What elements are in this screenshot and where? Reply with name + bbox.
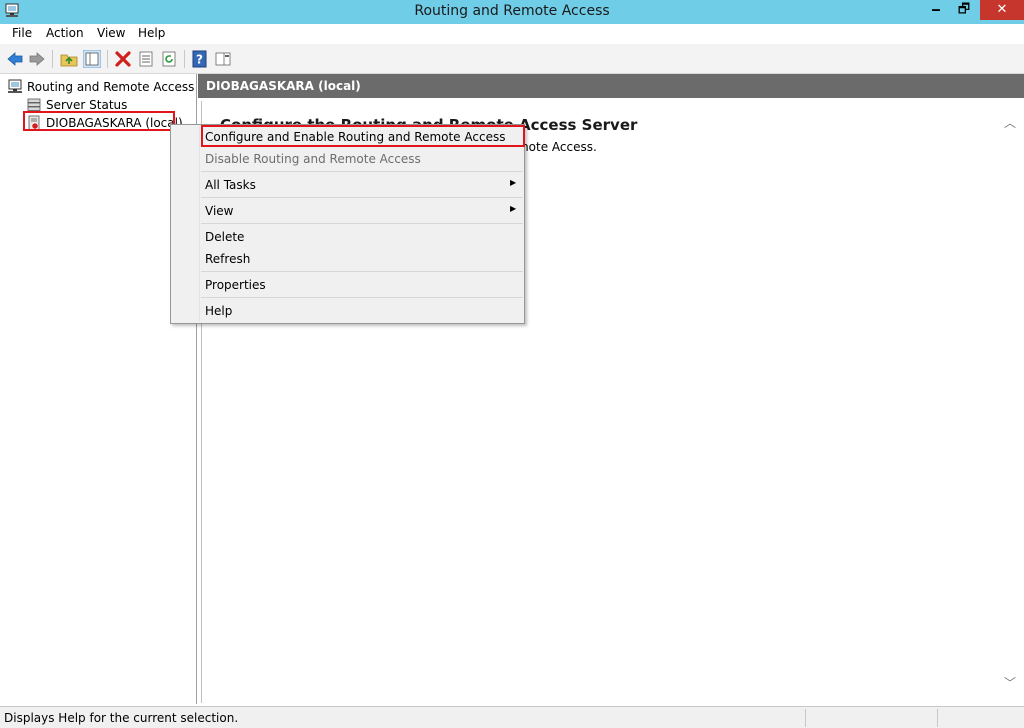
status-pane-divider bbox=[805, 709, 806, 727]
view-label: View bbox=[205, 204, 234, 218]
details-header-title: DIOBAGASKARA (local) bbox=[206, 79, 361, 93]
menu-separator bbox=[201, 197, 523, 198]
minimize-button[interactable]: 🗕 bbox=[922, 0, 950, 20]
menu-item-view[interactable]: View ▶ bbox=[205, 204, 517, 218]
menu-separator bbox=[201, 223, 523, 224]
title-bar: Routing and Remote Access 🗕 🗗 ✕ bbox=[0, 0, 1024, 24]
menu-item-delete[interactable]: Delete bbox=[205, 230, 244, 244]
tree-root-item[interactable]: Routing and Remote Access bbox=[7, 78, 195, 96]
help-icon[interactable]: ? bbox=[191, 50, 209, 68]
menu-action[interactable]: Action bbox=[46, 26, 84, 40]
toolbar-separator bbox=[52, 50, 53, 68]
close-button[interactable]: ✕ bbox=[980, 0, 1024, 20]
menu-separator bbox=[201, 171, 523, 172]
status-pane-divider bbox=[937, 709, 938, 727]
toolbar-separator bbox=[184, 50, 185, 68]
menu-item-refresh[interactable]: Refresh bbox=[205, 252, 250, 266]
menu-separator bbox=[201, 271, 523, 272]
status-text: Displays Help for the current selection. bbox=[4, 711, 239, 725]
menu-item-help[interactable]: Help bbox=[205, 304, 232, 318]
configure-highlight-box bbox=[201, 125, 525, 147]
tree-root-label: Routing and Remote Access bbox=[27, 80, 195, 94]
all-tasks-label: All Tasks bbox=[205, 178, 256, 192]
menu-gutter bbox=[199, 127, 200, 321]
server-status-label: Server Status bbox=[46, 98, 128, 112]
toolbar-separator bbox=[107, 50, 108, 68]
submenu-arrow-icon: ▶ bbox=[510, 204, 517, 213]
show-hide-tree-icon[interactable] bbox=[83, 50, 101, 68]
menu-item-properties[interactable]: Properties bbox=[205, 278, 266, 292]
server-highlight-box bbox=[23, 111, 175, 131]
status-bar: Displays Help for the current selection. bbox=[0, 706, 1024, 728]
menu-view[interactable]: View bbox=[97, 26, 125, 40]
scroll-up-icon[interactable]: ︿ bbox=[1004, 114, 1016, 131]
window-title: Routing and Remote Access bbox=[414, 3, 610, 19]
menu-bar: File Action View Help bbox=[0, 24, 1024, 44]
forward-arrow-icon[interactable] bbox=[28, 50, 46, 68]
svg-text:?: ? bbox=[196, 53, 203, 67]
context-menu: Configure and Enable Routing and Remote … bbox=[170, 124, 525, 324]
routing-console-icon bbox=[8, 79, 22, 93]
menu-file[interactable]: File bbox=[12, 26, 32, 40]
menu-separator bbox=[201, 297, 523, 298]
menu-item-all-tasks[interactable]: All Tasks ▶ bbox=[205, 178, 517, 192]
properties-icon[interactable] bbox=[137, 50, 155, 68]
up-folder-icon[interactable] bbox=[60, 50, 78, 68]
action-pane-icon[interactable] bbox=[214, 50, 232, 68]
maximize-button[interactable]: 🗗 bbox=[950, 0, 978, 20]
menu-item-disable: Disable Routing and Remote Access bbox=[205, 152, 421, 166]
menu-help[interactable]: Help bbox=[138, 26, 165, 40]
toolbar: ? bbox=[0, 44, 1024, 74]
details-header: DIOBAGASKARA (local) bbox=[198, 74, 1024, 98]
scroll-down-icon[interactable]: ﹀ bbox=[1004, 674, 1016, 691]
submenu-arrow-icon: ▶ bbox=[510, 178, 517, 187]
delete-icon[interactable] bbox=[114, 50, 132, 68]
refresh-icon[interactable] bbox=[160, 50, 178, 68]
back-arrow-icon[interactable] bbox=[6, 50, 24, 68]
console-tree: Routing and Remote Access Server Status … bbox=[0, 74, 197, 704]
